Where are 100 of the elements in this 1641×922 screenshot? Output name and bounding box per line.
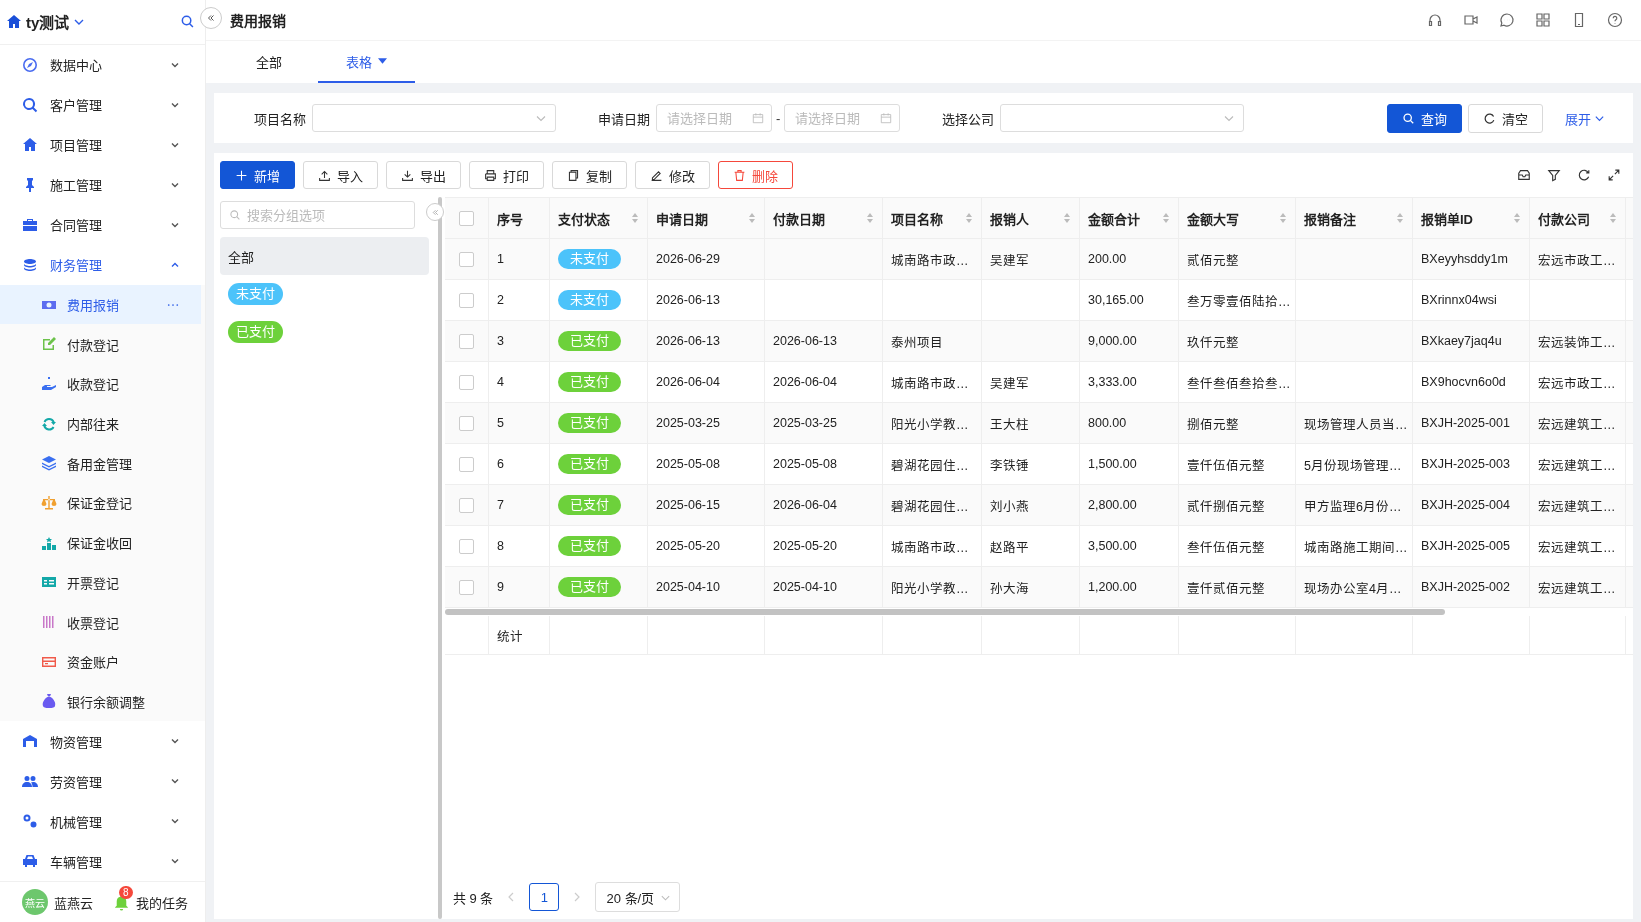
row-checkbox[interactable] bbox=[459, 292, 474, 308]
fullscreen-icon[interactable] bbox=[1607, 168, 1621, 182]
submenu-item[interactable]: 保证金登记 bbox=[0, 483, 205, 523]
tasks-link[interactable]: 我的任务 bbox=[136, 892, 188, 912]
view-tab[interactable]: 全部 bbox=[228, 41, 310, 83]
submenu-item[interactable]: 银行余额调整 bbox=[0, 681, 205, 722]
collapse-panel-button[interactable] bbox=[426, 203, 444, 221]
submenu-item[interactable]: 付款登记 bbox=[0, 324, 205, 365]
sort-icon[interactable] bbox=[631, 212, 639, 224]
page-size-select[interactable]: 20 条/页 bbox=[595, 882, 681, 912]
column-header[interactable]: 金额大写 bbox=[1187, 208, 1239, 228]
user-name[interactable]: 蓝燕云 bbox=[54, 892, 93, 912]
total-count: 共 9 条 bbox=[453, 889, 494, 907]
menu-item[interactable]: 劳资管理 bbox=[0, 761, 205, 802]
submenu-item[interactable]: 收款登记 bbox=[0, 364, 205, 404]
toolbar-button[interactable]: 导出 bbox=[386, 161, 461, 189]
group-item[interactable]: 全部 bbox=[220, 237, 429, 275]
previous-page-icon[interactable] bbox=[507, 891, 516, 903]
refresh-icon[interactable] bbox=[1577, 168, 1591, 182]
sort-icon[interactable] bbox=[965, 212, 973, 224]
toolbar-button[interactable]: 新增 bbox=[220, 161, 295, 189]
row-checkbox[interactable] bbox=[459, 333, 474, 349]
toolbar-button[interactable]: 修改 bbox=[635, 161, 710, 189]
sort-icon[interactable] bbox=[1162, 212, 1170, 224]
search-button[interactable]: 查询 bbox=[1387, 103, 1462, 133]
select-all-checkbox[interactable] bbox=[459, 210, 474, 226]
table-cell: 2025-06-15 bbox=[656, 498, 720, 512]
date-field[interactable]: 请选择日期 bbox=[784, 104, 901, 132]
help-icon[interactable] bbox=[1607, 12, 1623, 28]
column-settings-icon[interactable] bbox=[1517, 168, 1531, 182]
toolbar-button[interactable]: 复制 bbox=[552, 161, 627, 189]
view-tab[interactable]: 表格 bbox=[318, 41, 415, 83]
sort-icon[interactable] bbox=[1063, 212, 1071, 224]
menu-item[interactable]: 数据中心 bbox=[0, 44, 205, 85]
horizontal-scrollbar[interactable] bbox=[445, 609, 1445, 615]
menu-item[interactable]: 车辆管理 bbox=[0, 841, 205, 882]
caret-icon bbox=[378, 58, 387, 64]
video-icon[interactable] bbox=[1463, 12, 1479, 28]
column-header[interactable]: 付款日期 bbox=[773, 208, 825, 228]
menu-item[interactable]: 项目管理 bbox=[0, 124, 205, 165]
magnifier-icon bbox=[22, 96, 38, 113]
workspace-name[interactable]: ty测试 bbox=[26, 11, 70, 33]
toolbar-button[interactable]: 删除 bbox=[718, 161, 793, 189]
column-header[interactable]: 申请日期 bbox=[656, 208, 708, 228]
people-icon bbox=[22, 773, 38, 790]
submenu-item[interactable]: 开票登记 bbox=[0, 562, 205, 603]
warehouse-icon bbox=[22, 733, 38, 750]
row-checkbox[interactable] bbox=[459, 579, 474, 595]
more-icon[interactable] bbox=[167, 302, 179, 307]
column-header[interactable]: 报销备注 bbox=[1304, 208, 1356, 228]
submenu-item[interactable]: 备用金管理 bbox=[0, 443, 205, 484]
search-icon[interactable] bbox=[180, 14, 195, 30]
menu-item[interactable]: 机械管理 bbox=[0, 801, 205, 842]
row-checkbox[interactable] bbox=[459, 251, 474, 267]
clear-button[interactable]: 清空 bbox=[1468, 103, 1543, 133]
menu-item[interactable]: 合同管理 bbox=[0, 204, 205, 245]
submenu-item[interactable]: 费用报销 bbox=[0, 284, 201, 325]
row-checkbox[interactable] bbox=[459, 497, 474, 513]
grid-icon[interactable] bbox=[1535, 12, 1551, 28]
next-page-icon[interactable] bbox=[573, 891, 582, 903]
sort-icon[interactable] bbox=[748, 212, 756, 224]
row-checkbox[interactable] bbox=[459, 374, 474, 390]
filter-icon[interactable] bbox=[1547, 168, 1561, 182]
column-header[interactable]: 付款公司 bbox=[1538, 208, 1590, 228]
menu-item[interactable]: 物资管理 bbox=[0, 721, 205, 762]
table-cell: 2026-06-04 bbox=[773, 375, 837, 389]
column-header[interactable]: 报销人 bbox=[990, 208, 1029, 228]
page-button[interactable]: 1 bbox=[529, 883, 560, 911]
sort-icon[interactable] bbox=[1609, 212, 1617, 224]
column-header[interactable]: 支付状态 bbox=[558, 208, 610, 228]
sort-icon[interactable] bbox=[866, 212, 874, 224]
column-header[interactable]: 报销单ID bbox=[1421, 208, 1473, 228]
sort-icon[interactable] bbox=[1279, 212, 1287, 224]
headset-icon[interactable] bbox=[1427, 12, 1443, 28]
car-icon bbox=[22, 853, 38, 870]
submenu-item[interactable]: 内部往来 bbox=[0, 403, 205, 444]
sort-icon[interactable] bbox=[1396, 212, 1404, 224]
expand-link[interactable]: 展开 bbox=[1565, 108, 1605, 128]
menu-item[interactable]: 客户管理 bbox=[0, 84, 205, 125]
row-checkbox[interactable] bbox=[459, 456, 474, 472]
date-field[interactable]: 请选择日期 bbox=[656, 104, 772, 132]
submenu-item[interactable]: 收票登记 bbox=[0, 602, 205, 642]
select-field[interactable] bbox=[1000, 104, 1245, 132]
toolbar-button[interactable]: 打印 bbox=[469, 161, 544, 189]
submenu-item[interactable]: 资金账户 bbox=[0, 641, 205, 682]
table-cell-text: 城南路市政… bbox=[891, 539, 969, 556]
group-search-field[interactable]: 搜索分组选项 bbox=[220, 201, 415, 229]
select-field[interactable] bbox=[312, 104, 556, 132]
menu-item[interactable]: 财务管理 bbox=[0, 244, 205, 285]
column-header[interactable]: 序号 bbox=[497, 208, 523, 228]
menu-item[interactable]: 施工管理 bbox=[0, 164, 205, 205]
submenu-item[interactable]: 保证金收回 bbox=[0, 522, 205, 563]
chat-icon[interactable] bbox=[1499, 12, 1515, 28]
table-cell-text: 城南路市政… bbox=[891, 252, 969, 269]
row-checkbox[interactable] bbox=[459, 538, 474, 554]
sort-icon[interactable] bbox=[1513, 212, 1521, 224]
column-header[interactable]: 金额合计 bbox=[1088, 208, 1140, 228]
column-header[interactable]: 项目名称 bbox=[891, 208, 943, 228]
toolbar-button[interactable]: 导入 bbox=[303, 161, 378, 189]
row-checkbox[interactable] bbox=[459, 415, 474, 431]
